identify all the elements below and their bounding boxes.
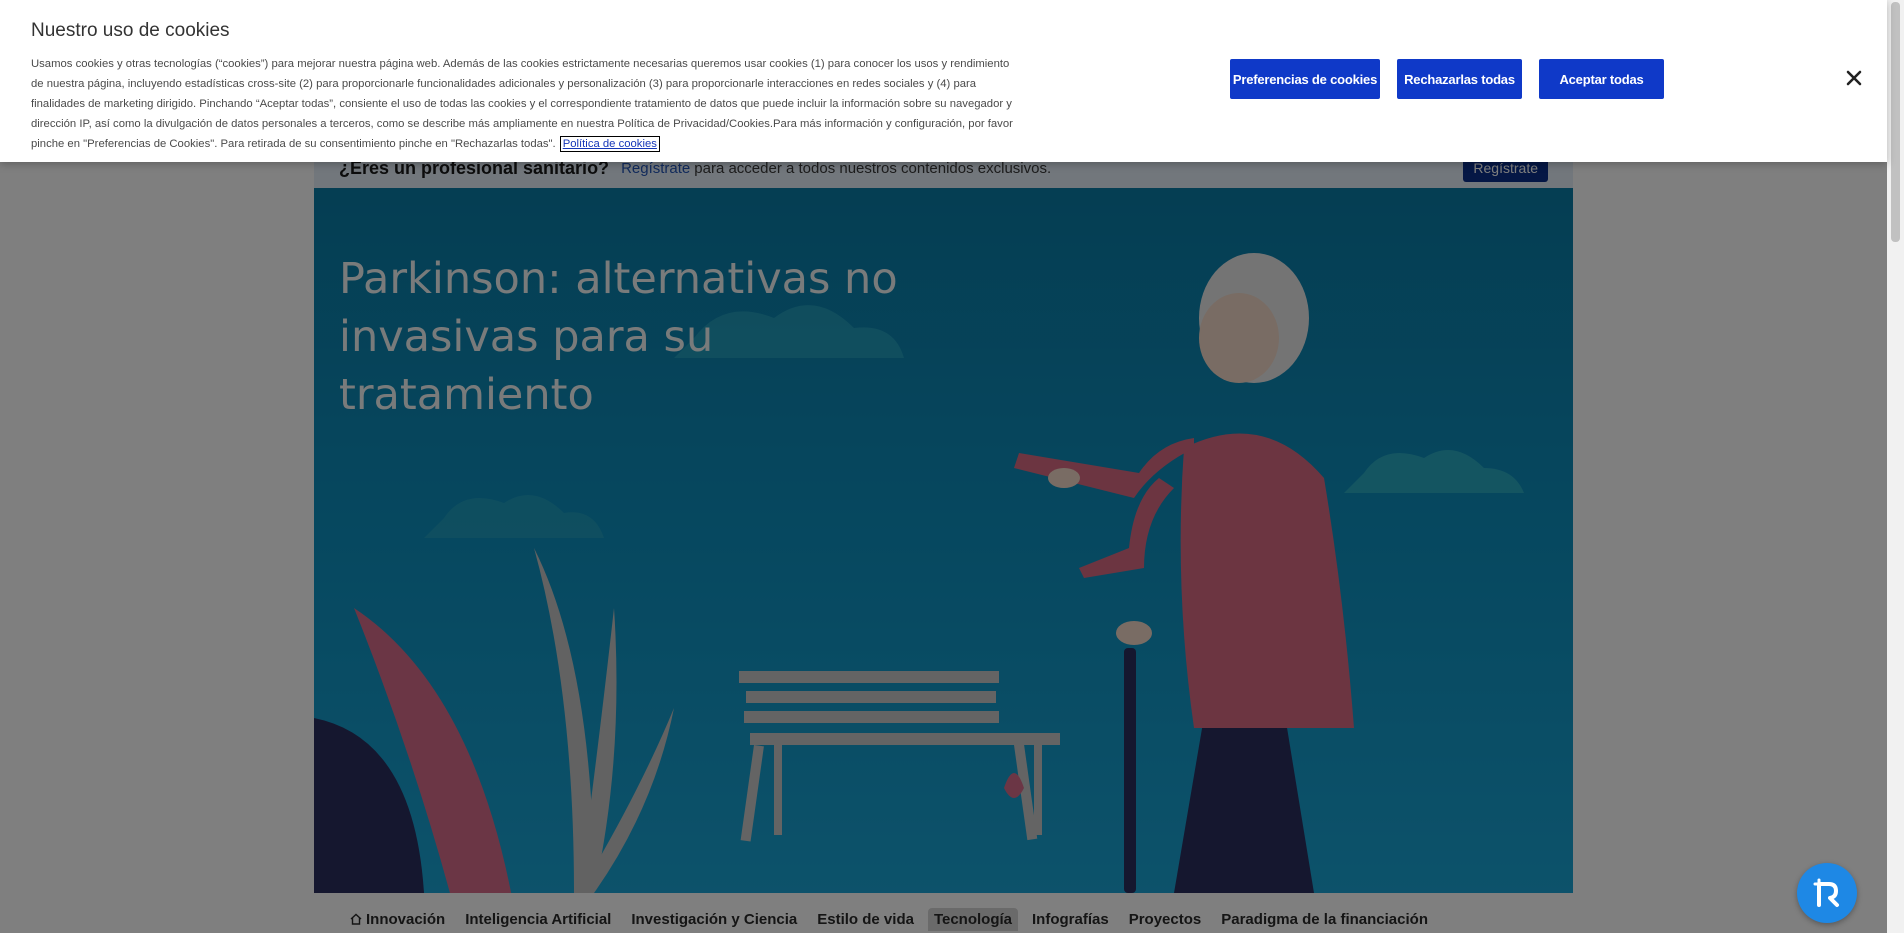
scrollbar-thumb[interactable] xyxy=(1891,2,1900,242)
close-icon[interactable] xyxy=(1842,66,1866,90)
cookie-banner-text: Usamos cookies y otras tecnologías (“coo… xyxy=(31,54,1021,154)
cookie-policy-link[interactable]: Política de cookies xyxy=(559,136,660,152)
accessibility-widget-button[interactable] xyxy=(1797,863,1857,923)
cookie-preferences-button[interactable]: Preferencias de cookies xyxy=(1230,59,1380,99)
accept-all-button[interactable]: Aceptar todas xyxy=(1539,59,1664,99)
accessibility-widget-icon xyxy=(1813,878,1839,907)
cookie-banner-title: Nuestro uso de cookies xyxy=(31,20,230,41)
cookie-consent-banner: Nuestro uso de cookies Usamos cookies y … xyxy=(0,0,1887,162)
page-scrollbar[interactable] xyxy=(1887,0,1904,933)
cookie-description: Usamos cookies y otras tecnologías (“coo… xyxy=(31,58,1013,150)
reject-all-button[interactable]: Rechazarlas todas xyxy=(1397,59,1522,99)
